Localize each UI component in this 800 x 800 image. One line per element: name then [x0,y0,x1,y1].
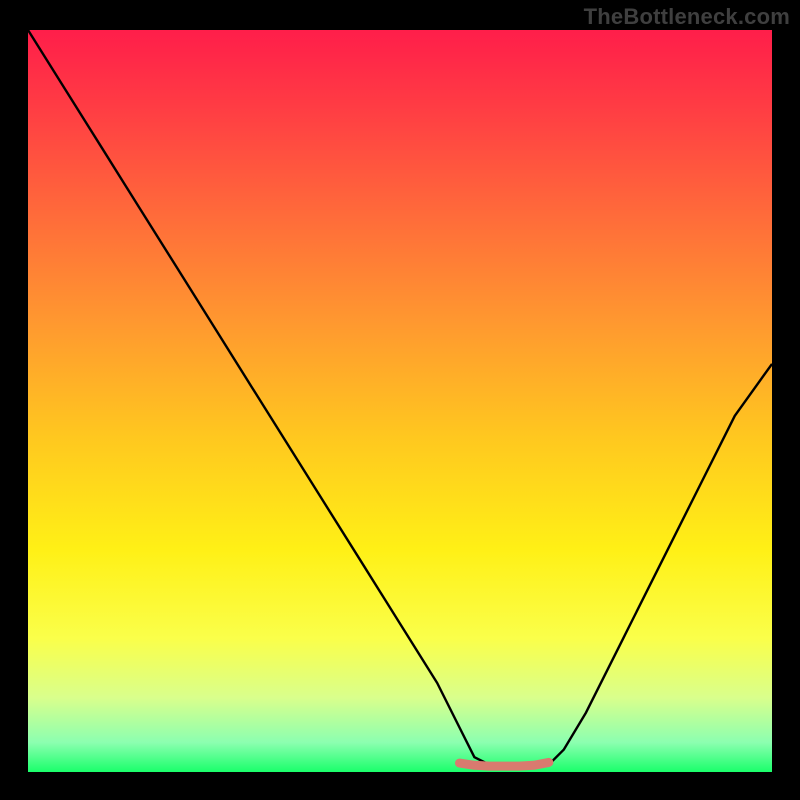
plot-frame [28,30,772,772]
flat-zone-marker [460,762,549,766]
plot-area [28,30,772,772]
v-curve-line [28,30,772,768]
watermark-text: TheBottleneck.com [584,4,790,30]
stage: TheBottleneck.com [0,0,800,800]
chart-svg [28,30,772,772]
